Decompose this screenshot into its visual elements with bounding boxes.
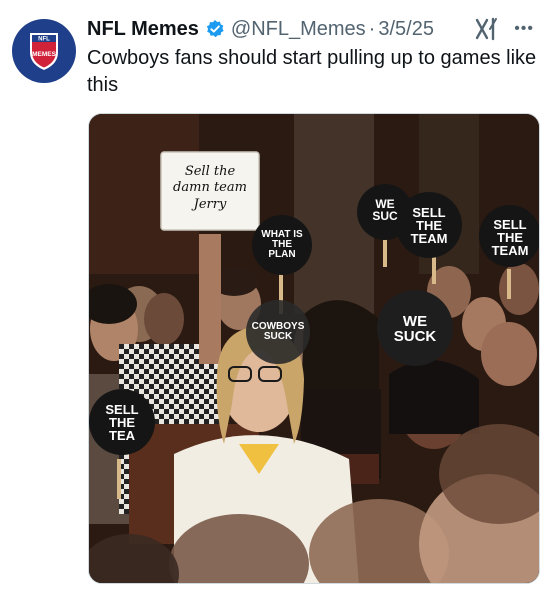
display-name[interactable]: NFL Memes xyxy=(87,18,199,41)
sign-cowboys-suck: COWBOYS SUCK xyxy=(251,322,305,342)
sign-sell-the-team-2: SELL THE TEAM xyxy=(491,217,529,258)
logo-text: NFL xyxy=(38,37,50,43)
separator: · xyxy=(368,17,376,40)
tweet-photo[interactable]: Sell the damn team Jerry WHAT IS THE PLA… xyxy=(88,113,540,584)
whiteboard-sign: Sell the damn team Jerry xyxy=(173,164,247,212)
sign-we-suck-top: WE SUC xyxy=(372,197,398,223)
sign-what-is-the-plan: WHAT IS THE PLAN xyxy=(261,229,303,260)
sign-sell-the-team-1: SELL THE TEAM xyxy=(410,205,448,246)
header-actions: ••• xyxy=(474,15,534,43)
photo-scene xyxy=(89,114,539,583)
nfl-memes-logo-icon: NFL MEMES xyxy=(30,33,58,70)
grok-icon[interactable] xyxy=(474,17,500,41)
handle[interactable]: @NFL_Memes xyxy=(231,18,366,41)
sign-we-suck: WE SUCK xyxy=(393,313,437,345)
avatar[interactable]: NFL MEMES xyxy=(12,19,76,83)
tweet-header: NFL Memes @NFL_Memes · 3/5/25 ••• xyxy=(87,15,540,43)
sign-sell-the-team-left: SELL THE TEA xyxy=(105,402,139,443)
more-options-icon[interactable]: ••• xyxy=(514,20,534,38)
tweet-text: Cowboys fans should start pulling up to … xyxy=(87,47,537,96)
logo-subtext: MEMES xyxy=(32,51,57,58)
verified-badge-icon[interactable] xyxy=(205,19,225,39)
tweet-date[interactable]: 3/5/25 xyxy=(378,18,434,41)
